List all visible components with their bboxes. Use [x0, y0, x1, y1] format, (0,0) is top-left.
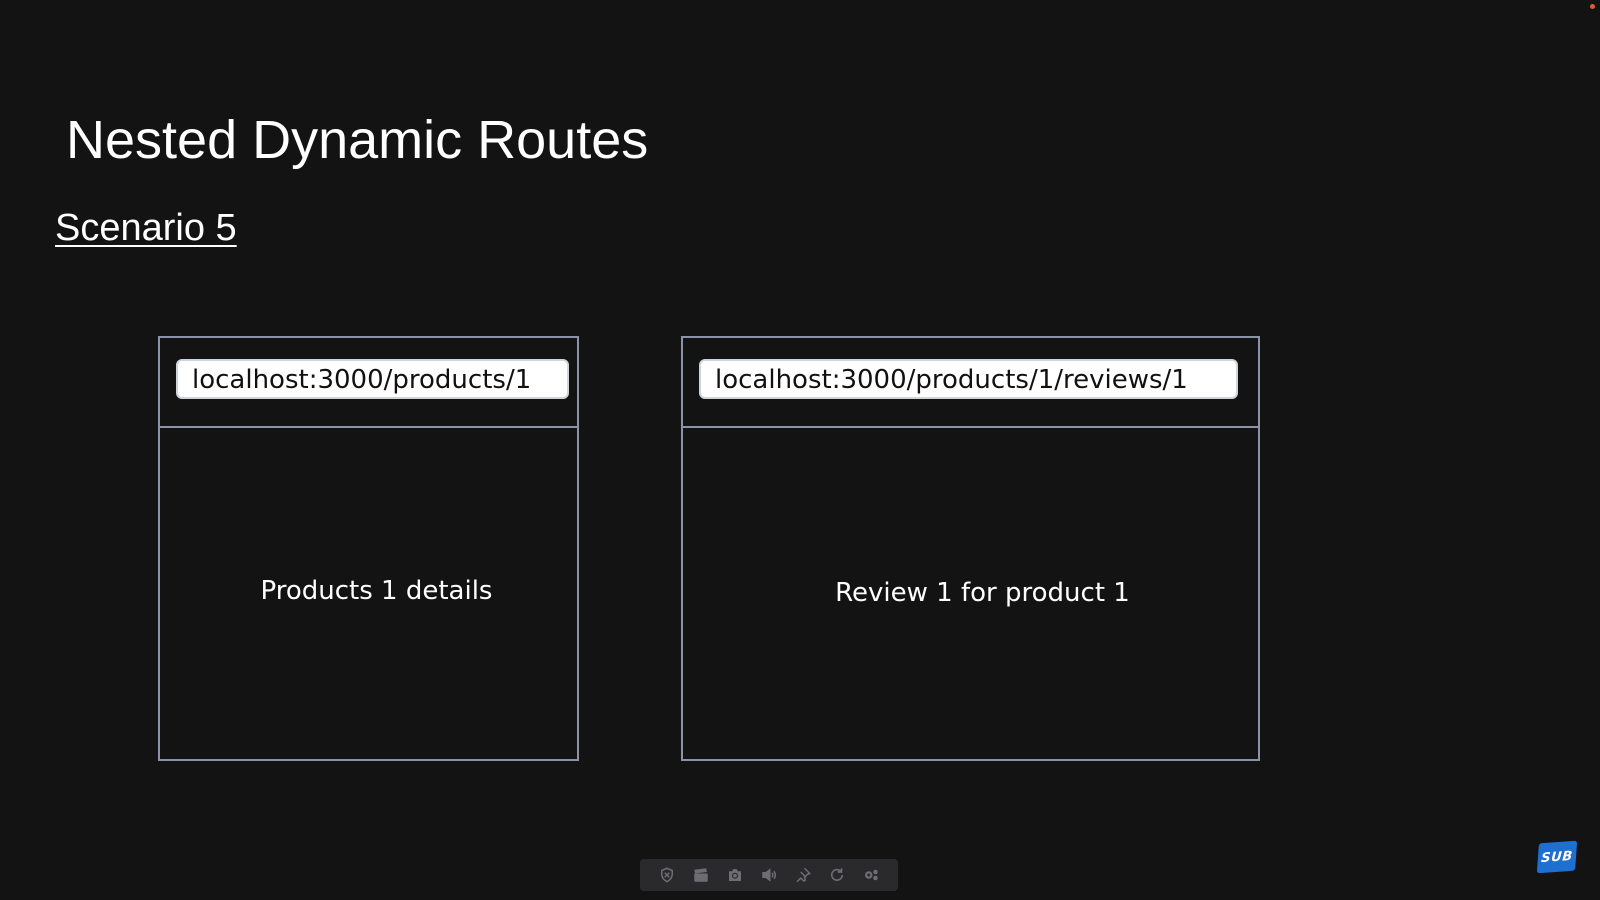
- recording-indicator-dot: [1590, 4, 1595, 9]
- browser-header: localhost:3000/products/1: [160, 338, 577, 428]
- clapperboard-icon[interactable]: [690, 864, 712, 886]
- pin-icon[interactable]: [792, 864, 814, 886]
- shield-icon[interactable]: [656, 864, 678, 886]
- slide-subtitle: Scenario 5: [55, 207, 237, 249]
- browser-mockup-review: localhost:3000/products/1/reviews/1 Revi…: [681, 336, 1260, 761]
- browser-body: Products 1 details: [160, 428, 577, 759]
- subscribe-badge[interactable]: SUB: [1536, 840, 1578, 874]
- refresh-icon[interactable]: [826, 864, 848, 886]
- page-content-text: Review 1 for product 1: [835, 577, 1130, 608]
- camera-icon[interactable]: [724, 864, 746, 886]
- settings-icon[interactable]: [860, 864, 882, 886]
- page-content-text: Products 1 details: [260, 575, 493, 606]
- browser-header: localhost:3000/products/1/reviews/1: [683, 338, 1258, 428]
- player-toolbar: [640, 859, 898, 891]
- slide-title: Nested Dynamic Routes: [66, 110, 649, 170]
- address-bar: localhost:3000/products/1: [176, 359, 569, 399]
- speaker-icon[interactable]: [758, 864, 780, 886]
- browser-mockup-products: localhost:3000/products/1 Products 1 det…: [158, 336, 579, 761]
- address-bar: localhost:3000/products/1/reviews/1: [699, 359, 1238, 399]
- browser-body: Review 1 for product 1: [683, 428, 1258, 759]
